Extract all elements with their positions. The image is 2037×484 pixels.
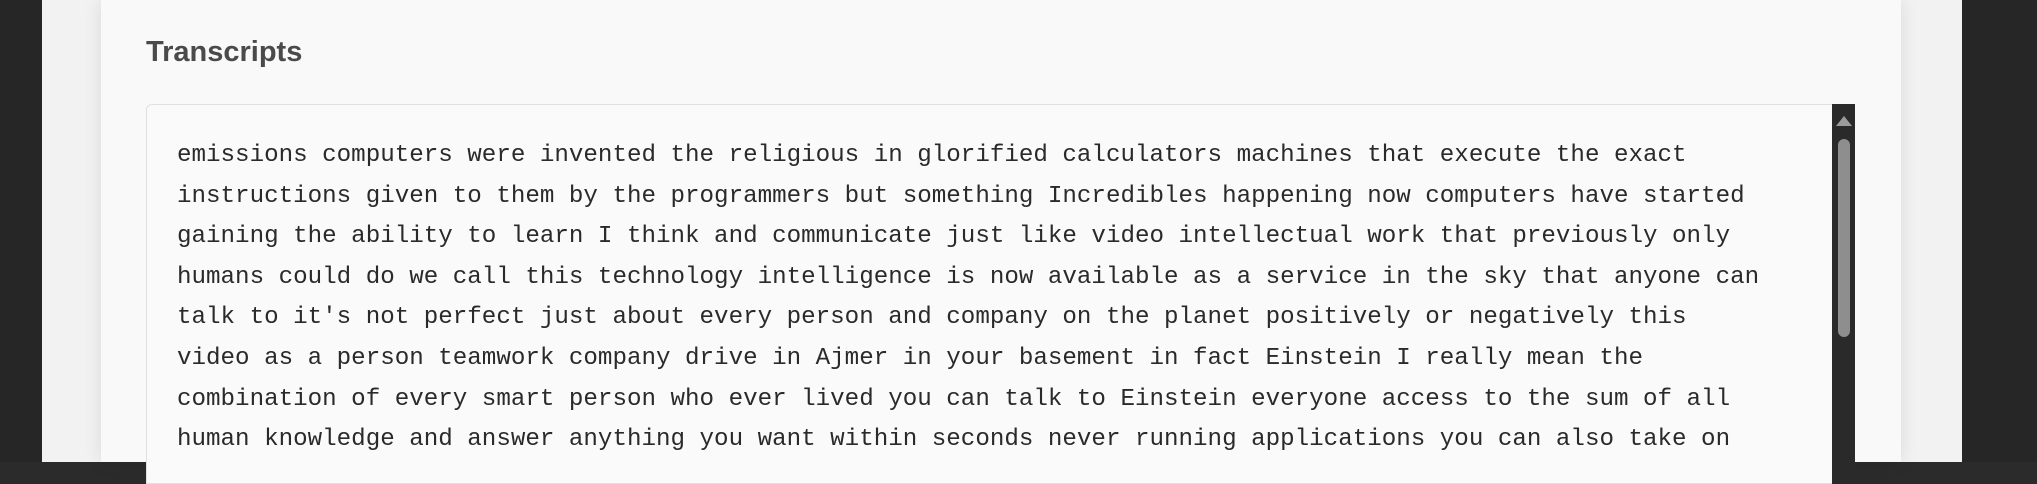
transcript-text: emissions computers were invented the re… [177,136,1817,461]
transcript-line: instructions given to them by the progra… [177,182,1745,210]
transcript-line: combination of every smart person who ev… [177,385,1731,413]
scroll-up-arrow-icon[interactable] [1836,116,1852,126]
transcript-textbox[interactable]: emissions computers were invented the re… [146,104,1854,484]
vertical-scrollbar[interactable] [1832,104,1855,484]
section-title: Transcripts [146,36,303,68]
transcript-line: humans could do we call this technology … [177,263,1760,291]
scroll-thumb[interactable] [1838,139,1850,337]
transcript-line: gaining the ability to learn I think and… [177,223,1731,251]
transcript-line: video as a person teamwork company drive… [177,344,1644,372]
transcript-line: emissions computers were invented the re… [177,142,1687,169]
transcript-line: human knowledge and answer anything you … [177,426,1731,454]
transcript-line: talk to it's not perfect just about ever… [177,304,1687,332]
